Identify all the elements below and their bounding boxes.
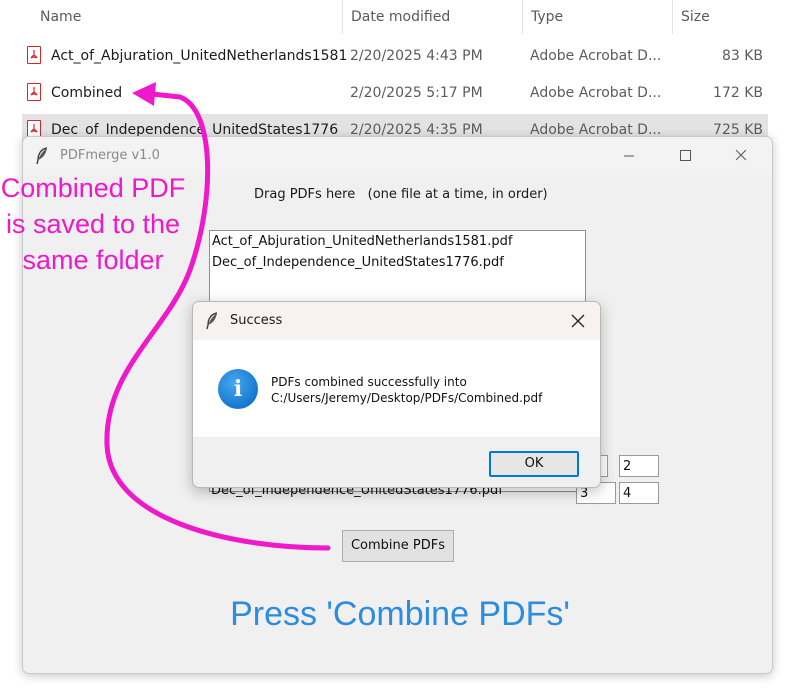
column-header-date-label: Date modified bbox=[351, 9, 451, 25]
column-header-size[interactable]: Size bbox=[673, 0, 773, 34]
dialog-message-line: PDFs combined successfully into bbox=[271, 375, 467, 389]
column-header-name-label: Name bbox=[40, 9, 82, 25]
info-icon: i bbox=[218, 369, 258, 409]
close-icon bbox=[735, 149, 747, 161]
sort-ascending-icon: ^ bbox=[212, 0, 222, 7]
maximize-icon bbox=[680, 150, 691, 161]
maximize-button[interactable] bbox=[657, 137, 713, 175]
annotation-line: Combined PDF bbox=[0, 173, 186, 203]
file-explorer-list: Name ^ Date modified Type Size Act_of_Ab… bbox=[0, 0, 793, 150]
feather-app-icon bbox=[205, 312, 219, 335]
minimize-button[interactable] bbox=[601, 137, 657, 175]
dialog-title-bar[interactable]: Success bbox=[193, 302, 600, 340]
file-date: 2/20/2025 4:43 PM bbox=[350, 48, 483, 64]
drag-instructions-label: Drag PDFs here (one file at a time, in o… bbox=[254, 187, 548, 202]
feather-app-icon bbox=[35, 147, 49, 170]
order-entry[interactable]: 2 bbox=[619, 455, 659, 477]
file-name: Act_of_Abjuration_UnitedNetherlands1581 bbox=[51, 48, 348, 64]
listbox-item[interactable]: Act_of_Abjuration_UnitedNetherlands1581.… bbox=[212, 231, 512, 252]
file-size: 172 KB bbox=[713, 85, 763, 101]
pdf-file-icon bbox=[27, 83, 41, 101]
column-header-date[interactable]: Date modified bbox=[343, 0, 523, 34]
annotation-saved-note: Combined PDF is saved to the same folder bbox=[0, 170, 186, 278]
column-header-type[interactable]: Type bbox=[523, 0, 673, 34]
ok-button[interactable]: OK bbox=[489, 451, 579, 477]
dialog-title: Success bbox=[230, 313, 283, 328]
pdf-file-icon bbox=[27, 46, 41, 64]
column-header-name[interactable]: Name ^ bbox=[32, 0, 343, 34]
order-entry[interactable]: 4 bbox=[619, 482, 659, 504]
column-header-size-label: Size bbox=[681, 9, 710, 25]
file-date: 2/20/2025 5:17 PM bbox=[350, 85, 483, 101]
annotation-line: is saved to the bbox=[5, 209, 181, 239]
listbox-item[interactable]: Dec_of_Independence_UnitedStates1776.pdf bbox=[212, 252, 504, 273]
file-row[interactable]: Combined 2/20/2025 5:17 PM Adobe Acrobat… bbox=[22, 77, 768, 109]
annotation-line: same folder bbox=[22, 245, 164, 275]
combine-pdfs-button[interactable]: Combine PDFs bbox=[342, 530, 454, 562]
dialog-close-button[interactable] bbox=[556, 302, 600, 340]
file-name: Combined bbox=[51, 85, 123, 101]
close-button[interactable] bbox=[713, 137, 769, 175]
minimize-icon bbox=[624, 155, 634, 157]
file-type: Adobe Acrobat D... bbox=[530, 85, 662, 101]
column-header-type-label: Type bbox=[531, 9, 564, 25]
annotation-press-combine: Press 'Combine PDFs' bbox=[230, 595, 570, 633]
dialog-message-path: C:/Users/Jeremy/Desktop/PDFs/Combined.pd… bbox=[271, 391, 543, 405]
dialog-body: i PDFs combined successfully into C:/Use… bbox=[193, 340, 600, 437]
file-row[interactable]: Act_of_Abjuration_UnitedNetherlands1581 … bbox=[22, 40, 768, 72]
file-type: Adobe Acrobat D... bbox=[530, 48, 662, 64]
dialog-message: PDFs combined successfully into C:/Users… bbox=[271, 374, 542, 406]
success-dialog: Success i PDFs combined successfully int… bbox=[192, 301, 601, 488]
file-size: 83 KB bbox=[721, 48, 763, 64]
close-icon bbox=[571, 314, 585, 328]
